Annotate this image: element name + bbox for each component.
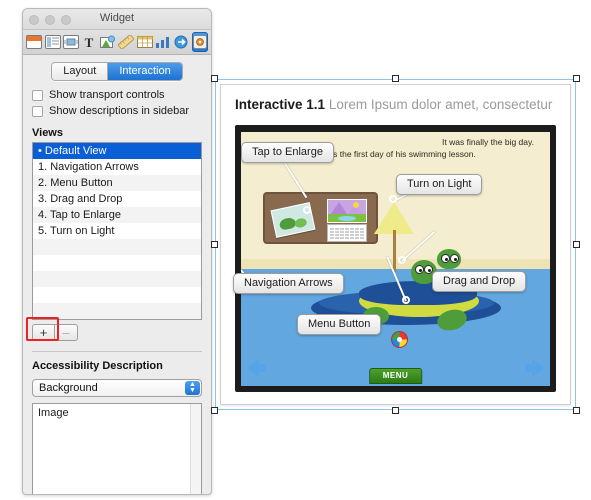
- resize-handle-sw[interactable]: [211, 407, 218, 414]
- resize-handle-w[interactable]: [211, 241, 218, 248]
- checkbox-label: Show descriptions in sidebar: [49, 105, 190, 117]
- chevron-updown-icon[interactable]: ▲ ▼: [185, 381, 200, 395]
- accessibility-target-popup[interactable]: Background ▲ ▼: [32, 379, 202, 397]
- callout-drag-and-drop[interactable]: Drag and Drop: [432, 271, 527, 292]
- turtle-secondary: [437, 249, 461, 270]
- resize-handle-se[interactable]: [573, 407, 580, 414]
- cork-board: [263, 192, 378, 244]
- tab-layout[interactable]: Layout: [52, 63, 108, 80]
- checkbox-box[interactable]: [32, 89, 43, 101]
- remove-view-button[interactable]: –: [55, 324, 78, 341]
- list-item-empty: [33, 303, 201, 319]
- widget-player-frame: It was finally the big day. It was the f…: [235, 125, 556, 392]
- beach-ball[interactable]: [391, 330, 408, 348]
- text-icon[interactable]: T: [81, 32, 97, 52]
- document-icon[interactable]: [26, 32, 43, 52]
- views-list[interactable]: • Default View 1. Navigation Arrows 2. M…: [32, 142, 202, 320]
- turtle2-eye-right: [450, 254, 459, 264]
- turtle2-eye-left: [441, 254, 450, 264]
- tab-interaction[interactable]: Interaction: [107, 63, 182, 80]
- list-item[interactable]: • Default View: [33, 143, 201, 159]
- navigation-arrow-left-tail: [258, 364, 266, 372]
- resize-handle-s[interactable]: [392, 407, 399, 414]
- graphic-icon[interactable]: [99, 32, 116, 52]
- calendar-grid: [330, 228, 364, 239]
- leader-dot-tap-to-enlarge: [303, 206, 311, 214]
- checkbox-show-descriptions-in-sidebar[interactable]: Show descriptions in sidebar: [23, 103, 211, 119]
- list-item-empty: [33, 287, 201, 303]
- arrange-icon[interactable]: [63, 32, 80, 52]
- inspector-tabs: Layout Interaction: [23, 55, 211, 87]
- callout-menu-button[interactable]: Menu Button: [297, 314, 382, 335]
- window-titlebar[interactable]: Widget: [23, 9, 211, 30]
- calendar-image: [327, 224, 367, 242]
- popup-value: Background: [39, 382, 98, 394]
- accessibility-heading: Accessibility Description: [32, 360, 163, 372]
- add-view-button[interactable]: +: [32, 324, 55, 341]
- poster-image: [327, 199, 367, 223]
- selected-widget-object[interactable]: Interactive 1.1 Lorem Ipsum dolor amet, …: [211, 75, 580, 414]
- list-item[interactable]: 1. Navigation Arrows: [33, 159, 201, 175]
- list-item[interactable]: 3. Drag and Drop: [33, 191, 201, 207]
- checkbox-show-transport-controls[interactable]: Show transport controls: [23, 87, 211, 103]
- widget-page-content: It was finally the big day. It was the f…: [241, 132, 550, 386]
- sun-shape: [353, 202, 359, 208]
- lake-shape: [338, 216, 356, 221]
- checkbox-label: Show transport controls: [49, 89, 165, 101]
- inspector-toolbar: T: [23, 30, 211, 55]
- resize-handle-n[interactable]: [392, 75, 399, 82]
- table-icon[interactable]: [136, 32, 153, 52]
- resize-handle-ne[interactable]: [573, 75, 580, 82]
- link-icon[interactable]: [173, 32, 189, 52]
- leader-dot-menu-button: [402, 296, 410, 304]
- widget-icon[interactable]: [191, 32, 209, 52]
- resize-handle-e[interactable]: [573, 241, 580, 248]
- list-item[interactable]: 2. Menu Button: [33, 175, 201, 191]
- widget-caption: Interactive 1.1 Lorem Ipsum dolor amet, …: [221, 85, 570, 112]
- menu-button[interactable]: MENU: [368, 368, 423, 384]
- chart-icon[interactable]: [155, 32, 171, 52]
- widget-inspector-window: Widget T Layout Interaction Show transpo…: [22, 8, 212, 495]
- list-item-empty: [33, 271, 201, 287]
- list-item-empty: [33, 239, 201, 255]
- description-text: Image: [38, 407, 69, 419]
- photo-turtle-shape-2: [293, 217, 308, 229]
- checkbox-box[interactable]: [32, 105, 43, 117]
- views-heading: Views: [32, 127, 63, 139]
- leader-dot-drag-and-drop: [398, 256, 406, 264]
- leader-dot-turn-on-light: [389, 195, 397, 203]
- textarea-scrollbar[interactable]: [190, 404, 201, 494]
- callout-navigation-arrows[interactable]: Navigation Arrows: [233, 273, 344, 294]
- widget-caption-rest: Lorem Ipsum dolor amet, consectetur: [328, 97, 553, 112]
- accessibility-description-field[interactable]: Image: [32, 403, 202, 494]
- list-item[interactable]: 5. Turn on Light: [33, 223, 201, 239]
- list-item[interactable]: 4. Tap to Enlarge: [33, 207, 201, 223]
- metrics-icon[interactable]: [118, 32, 135, 52]
- mountain-shape: [331, 202, 347, 214]
- views-list-controls: + –: [23, 317, 211, 341]
- widget-caption-bold: Interactive 1.1: [235, 97, 326, 112]
- interactive-widget-card: Interactive 1.1 Lorem Ipsum dolor amet, …: [220, 84, 571, 405]
- navigation-arrow-right-icon[interactable]: [532, 359, 544, 377]
- screenshot-root: Widget T Layout Interaction Show transpo…: [0, 0, 591, 500]
- lamp-stem: [393, 230, 396, 272]
- list-item-empty: [33, 255, 201, 271]
- svg-text:T: T: [85, 35, 94, 49]
- turtle-eye-left: [415, 265, 424, 275]
- resize-handle-nw[interactable]: [211, 75, 218, 82]
- callout-turn-on-light[interactable]: Turn on Light: [396, 174, 483, 195]
- window-title: Widget: [99, 12, 135, 24]
- layout-icon[interactable]: [44, 32, 61, 52]
- navigation-arrow-right-tail: [525, 364, 533, 372]
- callout-tap-to-enlarge[interactable]: Tap to Enlarge: [241, 142, 334, 163]
